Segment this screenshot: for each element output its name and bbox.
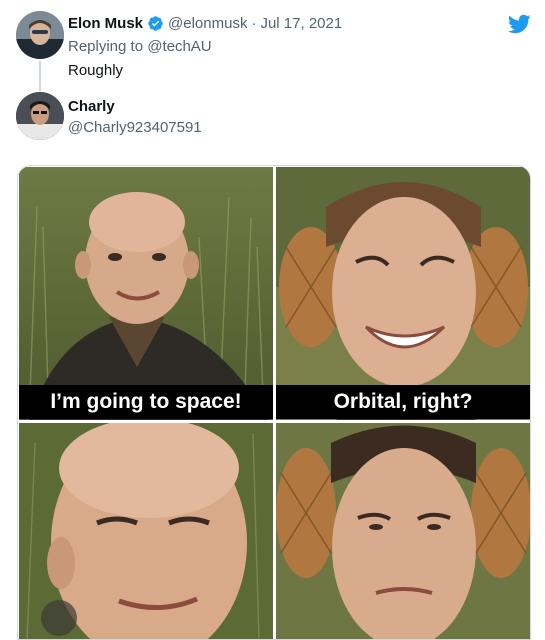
reply-author-handle[interactable]: @Charly923407591 xyxy=(68,119,202,136)
replying-label: Replying to xyxy=(68,38,144,55)
meme-panel-1: I’m going to space! xyxy=(19,167,273,420)
meme-image[interactable]: I’m going to space! Orbital, right? xyxy=(17,165,531,640)
author-handle[interactable]: @elonmusk xyxy=(168,15,247,32)
separator-dot: · xyxy=(251,15,257,32)
author-name[interactable]: Elon Musk xyxy=(68,15,143,32)
meme-caption-bar: I’m going to space! xyxy=(19,385,273,419)
tweet-thread: Elon Musk @elonmusk · Jul 17, 2021 Reply… xyxy=(0,0,545,640)
meme-panel-2-art xyxy=(276,167,530,420)
reply-header: Charly xyxy=(68,98,115,116)
twitter-bird-icon[interactable] xyxy=(507,12,531,36)
meme-panel-2: Orbital, right? xyxy=(276,167,530,420)
verified-badge-icon xyxy=(148,16,163,31)
replying-handle-link[interactable]: @techAU xyxy=(147,38,211,55)
tweet-text: Roughly xyxy=(68,62,124,79)
tweet-header: Elon Musk @elonmusk · Jul 17, 2021 xyxy=(68,15,342,32)
tweet-date[interactable]: Jul 17, 2021 xyxy=(260,15,342,32)
meme-panel-3 xyxy=(19,423,273,639)
thread-connector-line xyxy=(39,61,41,91)
replying-to: Replying to @techAU xyxy=(68,38,212,55)
avatar[interactable] xyxy=(16,11,64,59)
meme-caption-1: I’m going to space! xyxy=(50,390,242,413)
meme-panel-3-art xyxy=(19,423,273,639)
meme-panel-4 xyxy=(276,423,530,639)
meme-panel-4-art xyxy=(276,423,530,639)
meme-panel-1-art xyxy=(19,167,273,420)
reply-avatar[interactable] xyxy=(16,92,64,140)
reply-author-name[interactable]: Charly xyxy=(68,98,115,115)
meme-caption-2: Orbital, right? xyxy=(333,390,473,413)
meme-caption-bar: Orbital, right? xyxy=(276,385,530,419)
